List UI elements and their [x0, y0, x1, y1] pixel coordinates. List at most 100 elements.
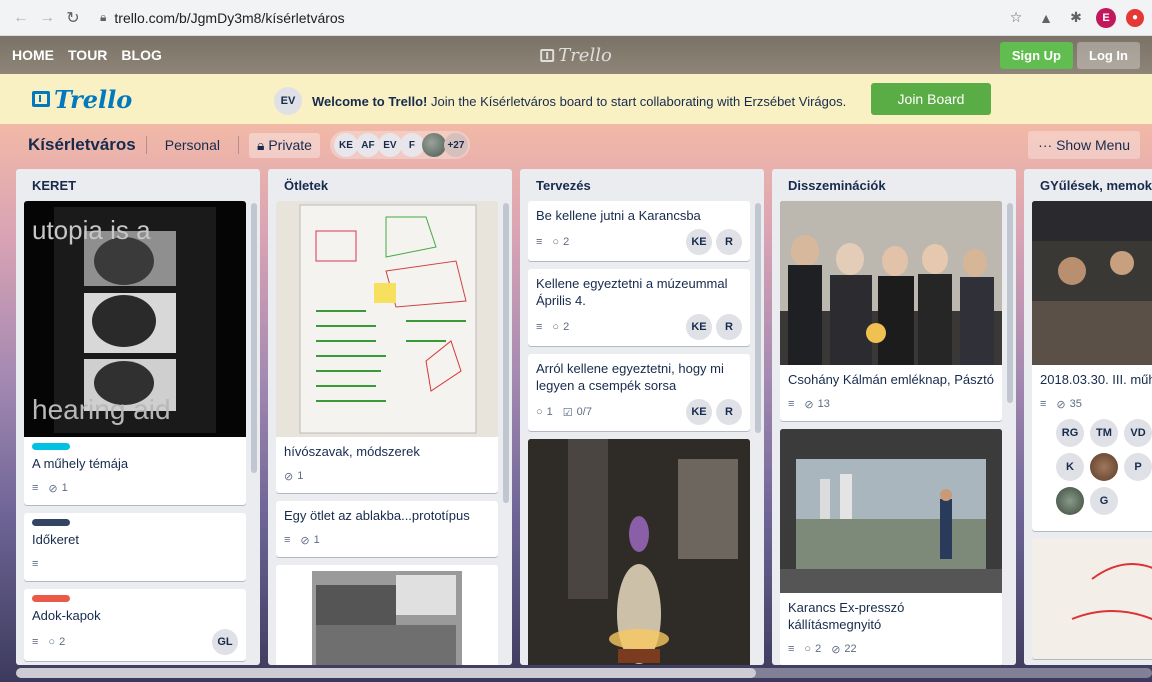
avatar-photo[interactable] — [1090, 453, 1118, 481]
card-cover-image — [528, 439, 750, 665]
card-title: Időkeret — [32, 532, 79, 547]
team-button[interactable]: Personal — [157, 133, 228, 157]
paperclip-icon: ⊘ — [300, 534, 310, 547]
board-title[interactable]: Kísérletváros — [28, 135, 136, 155]
board-horizontal-scrollbar[interactable] — [16, 668, 1152, 678]
description-icon: ≡ — [32, 558, 39, 570]
sketch-photo — [1032, 539, 1152, 659]
signup-button[interactable]: Sign Up — [999, 41, 1073, 69]
card[interactable]: Csohány Kálmán emléknap, Pásztó ≡ ⊘ 13 — [780, 201, 1002, 421]
paperclip-icon: ⊘ — [48, 482, 58, 495]
comment-count: 2 — [563, 236, 570, 248]
card-label[interactable] — [32, 443, 70, 450]
avatar-photo[interactable] — [1056, 487, 1084, 515]
star-icon[interactable]: ☆ — [1006, 8, 1026, 28]
avatar[interactable]: KE — [333, 133, 358, 157]
paperclip-icon: ⊘ — [831, 643, 841, 656]
show-menu-button[interactable]: ··· Show Menu — [1028, 131, 1140, 159]
lamp-photo — [528, 439, 750, 665]
cover-text: hearing aid — [32, 394, 171, 425]
list-scrollbar[interactable] — [503, 203, 509, 503]
card[interactable]: utopia is a hearing aid A műhely témája … — [24, 201, 246, 505]
login-button[interactable]: Log In — [1077, 41, 1140, 69]
nav-blog-link[interactable]: BLOG — [121, 47, 161, 63]
avatar[interactable]: EV — [377, 133, 402, 157]
attachment-count: 1 — [313, 534, 320, 546]
nav-home-link[interactable]: HOME — [12, 47, 54, 63]
list-title[interactable]: GYűlések, memok — [1032, 169, 1152, 201]
visibility-button[interactable]: 🔒︎ Private — [249, 132, 320, 158]
extension-icon[interactable]: ● — [1126, 8, 1144, 27]
card[interactable]: Adok-kapok ≡ ○ 2 GL — [24, 589, 246, 661]
card[interactable]: 2018.03.30. III. műh ≡ ⊘35 RG TM VD V KE… — [1032, 201, 1152, 531]
list-title[interactable]: KERET — [24, 169, 252, 201]
avatar[interactable]: R — [716, 399, 742, 425]
trello-logo[interactable]: Trello — [540, 45, 612, 66]
avatar[interactable]: AF — [355, 133, 380, 157]
list-title[interactable]: Ötletek — [276, 169, 504, 201]
card[interactable]: Kellene egyeztetni a múzeummal Április 4… — [528, 269, 750, 346]
list-scrollbar[interactable] — [1007, 203, 1013, 403]
nav-tour-link[interactable]: TOUR — [68, 47, 107, 63]
address-bar[interactable]: 🔒︎ trello.com/b/JgmDy3m8/kísérletváros — [94, 3, 998, 32]
join-board-button[interactable]: Join Board — [871, 83, 991, 115]
card[interactable]: Egy ötlet az ablakba...prototípus ≡ ⊘ 1 — [276, 501, 498, 557]
card[interactable] — [276, 565, 498, 665]
avatar[interactable]: GL — [212, 629, 238, 655]
lists-container: KERET utopia is a hearing aid A műhely t… — [16, 169, 1152, 665]
extensions-icon[interactable]: ✱ — [1066, 8, 1086, 28]
comment-count: 2 — [815, 643, 822, 655]
avatar[interactable]: F — [399, 133, 424, 157]
description-icon: ≡ — [536, 321, 543, 333]
more-members-button[interactable]: +27 — [443, 133, 468, 157]
avatar[interactable]: EV — [274, 87, 302, 115]
ellipsis-icon: ··· — [1038, 137, 1053, 153]
meeting-photo — [1032, 201, 1152, 365]
paperclip-icon: ⊘ — [804, 398, 814, 411]
avatar[interactable]: RG — [1056, 419, 1084, 447]
avatar[interactable]: G — [1090, 487, 1118, 515]
avatar[interactable]: KE — [686, 399, 712, 425]
avatar[interactable]: K — [1056, 453, 1084, 481]
avatar[interactable]: KE — [686, 314, 712, 340]
list-title[interactable]: Tervezés — [528, 169, 756, 201]
reload-icon[interactable]: ↻ — [60, 5, 86, 31]
avatar-photo[interactable] — [421, 133, 446, 157]
list-scrollbar[interactable] — [755, 203, 761, 433]
welcome-text: Join the Kísérletváros board to start co… — [430, 93, 847, 109]
lock-icon: 🔒︎ — [257, 136, 265, 153]
site-header: HOME TOUR BLOG Trello Sign Up Log In — [0, 36, 1152, 74]
board-members: KE AF EV F +27 — [329, 131, 470, 159]
cover-text: utopia is a — [32, 215, 151, 245]
forward-icon[interactable]: → — [34, 5, 60, 31]
card-title: Csohány Kálmán emléknap, Pásztó — [788, 372, 994, 387]
avatar[interactable]: TM — [1090, 419, 1118, 447]
description-icon: ≡ — [788, 398, 795, 410]
list-otletek: Ötletek hívószavak, módszerek ⊘ 1 Egy öt… — [268, 169, 512, 665]
avatar[interactable]: P — [1124, 453, 1152, 481]
welcome-banner: Trello EV Welcome to Trello! Join the Kí… — [0, 74, 1152, 124]
card[interactable]: Időkeret ≡ — [24, 513, 246, 581]
building-photo — [312, 571, 462, 665]
card[interactable]: Be kellene jutni a Karancsba ≡ ○ 2 KE R — [528, 201, 750, 261]
attachment-count: 1 — [61, 482, 68, 494]
card[interactable] — [1032, 539, 1152, 659]
avatar[interactable]: KE — [686, 229, 712, 255]
avatar[interactable]: VD — [1124, 419, 1152, 447]
card[interactable]: Arról kellene egyeztetni, hogy mi legyen… — [528, 354, 750, 431]
card[interactable] — [528, 439, 750, 665]
card[interactable]: hívószavak, módszerek ⊘ 1 — [276, 201, 498, 493]
list-scrollbar[interactable] — [251, 203, 257, 473]
avatar[interactable]: R — [716, 229, 742, 255]
drive-icon[interactable]: ▲ — [1036, 8, 1056, 28]
back-icon[interactable]: ← — [8, 5, 34, 31]
comment-count: 2 — [563, 321, 570, 333]
card-label[interactable] — [32, 595, 70, 602]
scrollbar-thumb[interactable] — [16, 668, 756, 678]
paperclip-icon: ⊘ — [1056, 398, 1066, 411]
avatar[interactable]: R — [716, 314, 742, 340]
list-title[interactable]: Disszeminációk — [780, 169, 1008, 201]
card-label[interactable] — [32, 519, 70, 526]
card[interactable]: Karancs Ex-presszó kállításmegnyitó ≡ ○ 2… — [780, 429, 1002, 665]
profile-avatar[interactable]: E — [1096, 7, 1116, 28]
